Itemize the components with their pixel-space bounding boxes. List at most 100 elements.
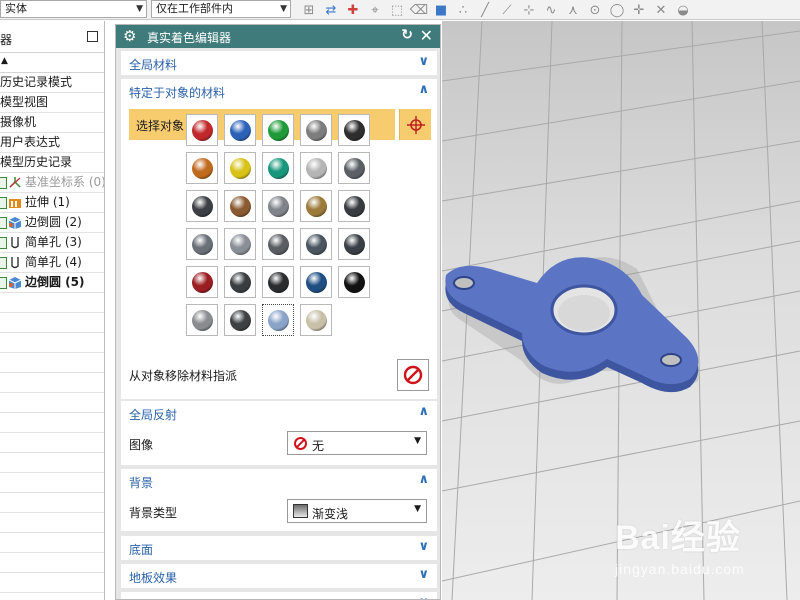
material-swatch[interactable] [338, 228, 370, 260]
visibility-checkbox[interactable] [0, 277, 7, 289]
visibility-checkbox[interactable] [0, 177, 7, 189]
material-sphere-icon [305, 195, 327, 217]
material-swatch[interactable] [224, 190, 256, 222]
prohibit-icon [403, 365, 423, 385]
section-header[interactable]: 全局反射 ∧ [121, 401, 437, 425]
intersect-icon[interactable]: ⋏ [562, 1, 584, 19]
material-swatch[interactable] [262, 228, 294, 260]
section-background: 背景 ∧ 背景类型 渐变浅 ▼ [121, 469, 437, 531]
material-swatch[interactable] [338, 152, 370, 184]
material-swatch[interactable] [224, 228, 256, 260]
material-swatch[interactable] [224, 152, 256, 184]
center-icon[interactable]: ⊙ [584, 1, 606, 19]
feature-label: 简单孔 (4) [25, 255, 82, 269]
snap-icon[interactable]: ⊞ [298, 1, 320, 19]
visibility-checkbox[interactable] [0, 257, 7, 269]
section-header[interactable]: 全局材料 ∨ [121, 51, 437, 75]
image-dropdown[interactable]: 无 ▼ [287, 431, 427, 455]
material-swatch[interactable] [338, 190, 370, 222]
material-swatch[interactable] [300, 228, 332, 260]
empty-row [0, 573, 104, 593]
line-snap-icon[interactable]: ╱ [474, 1, 496, 19]
type-filter-value: 实体 [5, 2, 27, 15]
material-swatch[interactable] [262, 152, 294, 184]
feature-row-blend[interactable]: 边倒圆 (5) [0, 273, 104, 293]
remove-material-button[interactable] [397, 359, 429, 391]
material-swatch[interactable] [262, 114, 294, 146]
material-sphere-icon [267, 157, 289, 179]
navigator-row[interactable]: 历史记录模式 [0, 73, 104, 93]
material-sphere-icon [229, 119, 251, 141]
material-swatch[interactable] [186, 190, 218, 222]
reset-icon[interactable]: ↻ [401, 27, 413, 43]
visibility-checkbox[interactable] [0, 217, 7, 229]
datum-csys-icon [9, 177, 21, 188]
material-swatch[interactable] [224, 266, 256, 298]
type-filter-select[interactable]: 实体 ▼ [0, 0, 147, 18]
material-sphere-icon [191, 157, 213, 179]
face-point-icon[interactable]: ◒ [672, 1, 694, 19]
material-swatch[interactable] [186, 228, 218, 260]
section-header[interactable]: 地板效果 ∨ [121, 564, 437, 588]
scope-filter-select[interactable]: 仅在工作部件内 ▼ [151, 0, 291, 18]
material-sphere-icon [343, 271, 365, 293]
material-sphere-icon [343, 195, 365, 217]
section-header[interactable]: 光源 ∨ [121, 592, 437, 599]
feature-row-hole[interactable]: 简单孔 (4) [0, 253, 104, 273]
pole-icon[interactable]: ✕ [650, 1, 672, 19]
navigator-sort-header[interactable]: ▲ [0, 53, 104, 73]
feature-row-blend[interactable]: 边倒圆 (2) [0, 213, 104, 233]
navigator-row[interactable]: 模型视图 [0, 93, 104, 113]
material-swatch[interactable] [300, 114, 332, 146]
points-icon[interactable]: ∴ [452, 1, 474, 19]
material-swatch[interactable] [186, 152, 218, 184]
material-swatch[interactable] [224, 304, 256, 336]
curve-icon[interactable]: ∿ [540, 1, 562, 19]
section-floor: 底面 ∨ [121, 536, 437, 560]
feature-row-hole[interactable]: 简单孔 (3) [0, 233, 104, 253]
visibility-checkbox[interactable] [0, 237, 7, 249]
material-swatch[interactable] [300, 190, 332, 222]
feature-row-datum[interactable]: 基准坐标系 (0) [0, 173, 104, 193]
visibility-checkbox[interactable] [0, 197, 7, 209]
empty-row [0, 433, 104, 453]
quadrant-icon[interactable]: ◯ [606, 1, 628, 19]
material-sphere-icon [191, 271, 213, 293]
material-swatch[interactable] [338, 266, 370, 298]
gear-icon[interactable]: ⚙ [123, 27, 136, 45]
box-select-icon[interactable]: ⬚ [386, 1, 408, 19]
navigator-row[interactable]: 模型历史记录 [0, 153, 104, 173]
maximize-icon[interactable] [87, 31, 98, 42]
material-swatch[interactable] [300, 304, 332, 336]
material-swatch[interactable] [338, 114, 370, 146]
section-header[interactable]: 底面 ∨ [121, 536, 437, 560]
point-select-icon[interactable]: ✚ [342, 1, 364, 19]
navigator-row[interactable]: 用户表达式 [0, 133, 104, 153]
eraser-icon[interactable]: ⌫ [408, 1, 430, 19]
material-swatch[interactable] [300, 152, 332, 184]
material-swatch[interactable] [186, 304, 218, 336]
mid-point-icon[interactable]: ⊹ [518, 1, 540, 19]
feature-row-extrude[interactable]: 拉伸 (1) [0, 193, 104, 213]
select-object-button[interactable] [399, 109, 431, 140]
material-swatch[interactable] [262, 266, 294, 298]
material-swatch[interactable] [224, 114, 256, 146]
background-type-dropdown[interactable]: 渐变浅 ▼ [287, 499, 427, 523]
navigator-row[interactable]: 摄像机 [0, 113, 104, 133]
close-icon[interactable]: ✕ [420, 26, 433, 45]
cube-icon[interactable]: ■ [430, 1, 452, 19]
feature-label: 简单孔 (3) [25, 235, 82, 249]
material-swatch[interactable] [300, 266, 332, 298]
material-swatch[interactable] [262, 304, 294, 336]
existing-point-icon[interactable]: ✛ [628, 1, 650, 19]
material-sphere-icon [229, 195, 251, 217]
material-swatch[interactable] [186, 266, 218, 298]
chevron-down-icon: ▼ [136, 4, 143, 14]
material-swatch[interactable] [262, 190, 294, 222]
section-header[interactable]: 背景 ∧ [121, 469, 437, 493]
material-swatch[interactable] [186, 114, 218, 146]
deselect-icon[interactable]: ⌖ [364, 1, 386, 19]
select-filter-icon[interactable]: ⇄ [320, 1, 342, 19]
feature-label: 拉伸 (1) [25, 195, 70, 209]
end-point-icon[interactable]: ⟋ [496, 1, 518, 19]
